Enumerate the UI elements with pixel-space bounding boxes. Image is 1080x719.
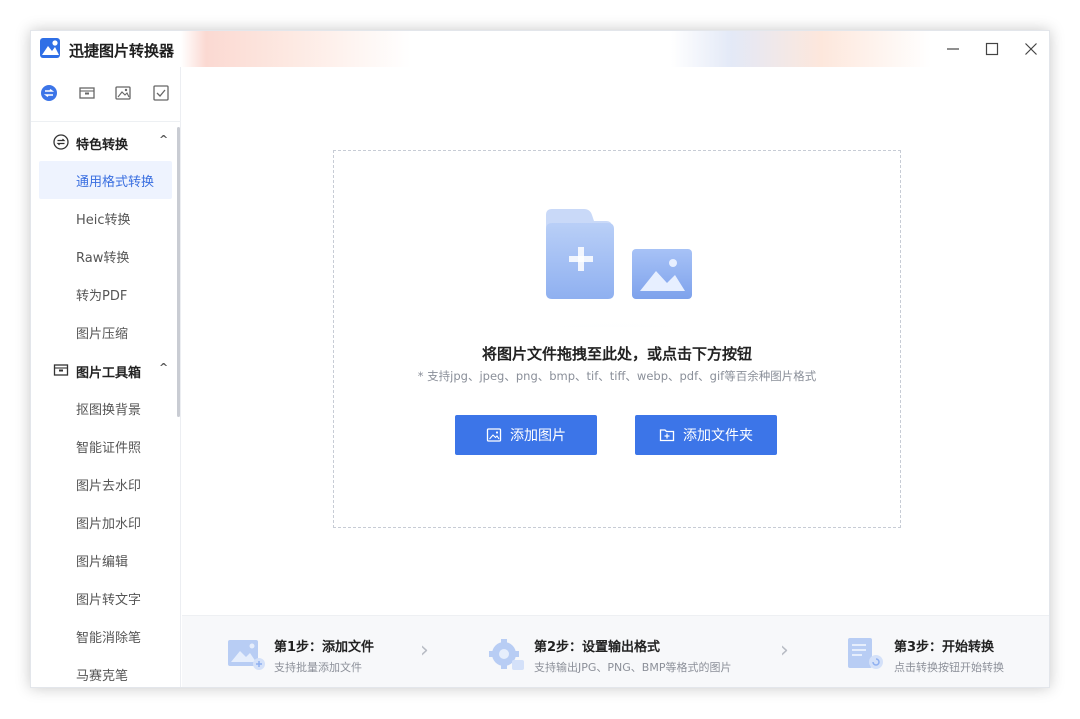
- add-folder-button[interactable]: 添加文件夹: [635, 415, 777, 455]
- image-icon: [486, 427, 502, 443]
- minimize-button[interactable]: [941, 37, 965, 61]
- step-title: 第1步：添加文件: [274, 640, 375, 655]
- app-logo-icon: [40, 38, 60, 58]
- maximize-button[interactable]: [980, 37, 1004, 61]
- add-folder-label: 添加文件夹: [683, 428, 753, 444]
- nav-section-label: 图片工具箱: [76, 366, 142, 381]
- chevron-right-icon: ›: [780, 638, 789, 663]
- nav-item-mosaic[interactable]: 马赛克笔: [39, 655, 172, 687]
- nav-item-eraser[interactable]: 智能消除笔: [39, 617, 172, 655]
- convert-outline-icon: [53, 134, 69, 150]
- main-area: 将图片文件拖拽至此处，或点击下方按钮 * 支持jpg、jpeg、png、bmp、…: [182, 67, 1049, 615]
- nav-item-to-pdf[interactable]: 转为PDF: [39, 275, 172, 313]
- step-desc: 支持批量添加文件: [274, 661, 362, 674]
- step-title: 第3步：开始转换: [894, 640, 995, 655]
- nav-item-remove-watermark[interactable]: 图片去水印: [39, 465, 172, 503]
- nav-item-raw-convert[interactable]: Raw转换: [39, 237, 172, 275]
- step-desc: 点击转换按钮开始转换: [894, 661, 1004, 674]
- chevron-right-icon: ›: [420, 638, 429, 663]
- app-window: 迅捷图片转换器 特色转换 ^ 通用格式转换 Heic转换 Raw转换 转为PDF…: [30, 30, 1050, 688]
- check-box-icon[interactable]: [151, 83, 171, 103]
- nav-item-image-edit[interactable]: 图片编辑: [39, 541, 172, 579]
- sidebar-top-icons: [31, 83, 181, 107]
- drop-title: 将图片文件拖拽至此处，或点击下方按钮: [481, 345, 752, 363]
- sidebar: 特色转换 ^ 通用格式转换 Heic转换 Raw转换 转为PDF 图片压缩 图片…: [31, 67, 181, 687]
- sidebar-divider: [31, 121, 181, 122]
- folder-image-illustration-icon: [439, 209, 799, 327]
- settings-step-icon: [489, 639, 524, 670]
- convert-icon[interactable]: [39, 83, 59, 103]
- folder-plus-icon: [659, 427, 675, 443]
- app-title: 迅捷图片转换器: [69, 42, 175, 60]
- nav-item-image-to-text[interactable]: 图片转文字: [39, 579, 172, 617]
- nav-section-feature-convert[interactable]: 特色转换 ^: [31, 123, 176, 161]
- minimize-icon: [947, 48, 959, 50]
- image-icon[interactable]: [113, 83, 133, 103]
- drop-subtitle: * 支持jpg、jpeg、png、bmp、tif、tiff、webp、pdf、g…: [417, 369, 817, 383]
- title-bar: 迅捷图片转换器: [31, 31, 1049, 67]
- add-file-step-icon: [228, 640, 265, 670]
- maximize-icon: [985, 42, 999, 56]
- nav-item-compress[interactable]: 图片压缩: [39, 313, 172, 351]
- close-icon: [1025, 43, 1037, 55]
- caret-up-icon: ^: [159, 133, 169, 146]
- add-image-button[interactable]: 添加图片: [455, 415, 597, 455]
- close-button[interactable]: [1019, 37, 1043, 61]
- add-image-label: 添加图片: [510, 428, 566, 444]
- nav-item-add-watermark[interactable]: 图片加水印: [39, 503, 172, 541]
- nav-item-heic-convert[interactable]: Heic转换: [39, 199, 172, 237]
- drop-zone[interactable]: 将图片文件拖拽至此处，或点击下方按钮 * 支持jpg、jpeg、png、bmp、…: [333, 150, 901, 528]
- step-desc: 支持输出JPG、PNG、BMP等格式的图片: [534, 661, 732, 674]
- toolbox-icon[interactable]: [77, 83, 97, 103]
- toolbox-outline-icon: [53, 364, 69, 376]
- sidebar-scrollbar[interactable]: [177, 127, 180, 417]
- nav-item-id-photo[interactable]: 智能证件照: [39, 427, 172, 465]
- start-convert-step-icon: [848, 638, 883, 669]
- nav-section-label: 特色转换: [76, 138, 129, 153]
- steps-bar: 第1步：添加文件 支持批量添加文件 › 第2步：设置输出格式 支持输出JPG、P…: [182, 615, 1049, 687]
- nav-list: 特色转换 ^ 通用格式转换 Heic转换 Raw转换 转为PDF 图片压缩 图片…: [31, 123, 176, 687]
- nav-item-general-convert[interactable]: 通用格式转换: [39, 161, 172, 199]
- caret-up-icon: ^: [159, 361, 169, 374]
- nav-section-toolbox[interactable]: 图片工具箱 ^: [31, 351, 176, 389]
- step-title: 第2步：设置输出格式: [534, 640, 661, 655]
- nav-item-cutout[interactable]: 抠图换背景: [39, 389, 172, 427]
